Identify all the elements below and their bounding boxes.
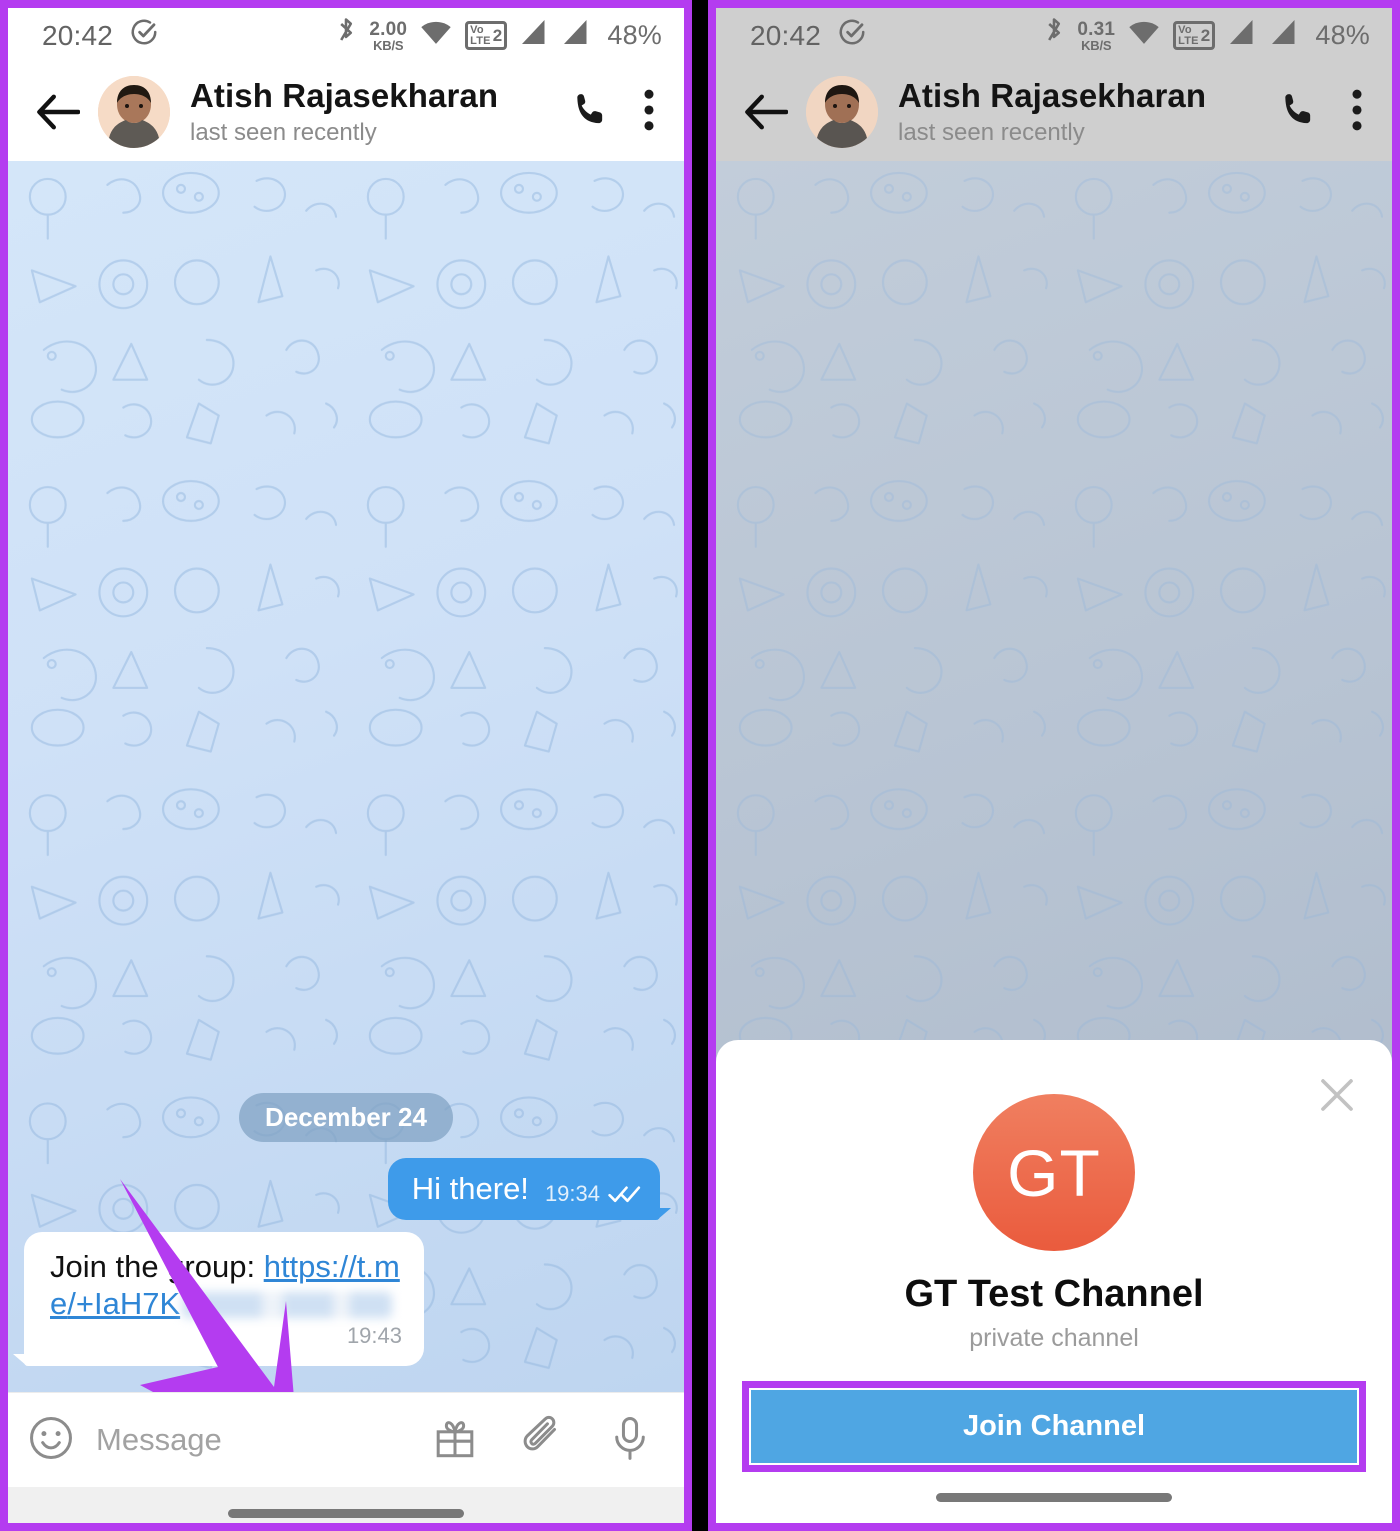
battery-percent: 48% (607, 20, 662, 50)
signal-bars-icon-2 (561, 18, 591, 53)
paperclip-icon[interactable] (520, 1415, 566, 1466)
gesture-home-bar[interactable] (936, 1493, 1172, 1503)
screenshot-stage: 20:42 2.00 KB/S Vo LTE 2 48% Atish Rajas… (0, 0, 1400, 1531)
message-time: 19:34 (544, 1180, 600, 1206)
network-speed-unit: KB/S (373, 37, 404, 53)
gift-icon[interactable] (432, 1415, 478, 1466)
status-time: 20:42 (750, 19, 822, 51)
check-clock-icon (129, 17, 159, 54)
volte-lte: LTE (470, 34, 491, 47)
redacted-link-part (182, 1292, 393, 1319)
message-time: 19:43 (346, 1323, 402, 1349)
volte-sim: 2 (1200, 25, 1211, 45)
message-bubble-outgoing[interactable]: Hi there! 19:34 (387, 1157, 672, 1220)
contact-status: last seen recently (190, 119, 377, 146)
phone-screen-left: 20:42 2.00 KB/S Vo LTE 2 48% Atish Rajas… (0, 0, 692, 1531)
network-speed: 0.31 KB/S (1077, 20, 1115, 52)
back-arrow-icon[interactable] (736, 93, 796, 131)
volte-icon: Vo LTE 2 (1173, 21, 1216, 50)
search-input[interactable]: Message (96, 1422, 222, 1458)
chat-body-dimmed: GT GT Test Channel private channel Join … (716, 161, 1392, 1523)
message-row-incoming: Join the group: https://t.me/+IaH7K 19:43 (13, 1231, 668, 1367)
channel-title: GT Test Channel (904, 1273, 1204, 1316)
channel-avatar-initials: GT (1007, 1135, 1101, 1210)
message-text: Hi there! (411, 1170, 529, 1206)
close-x-icon[interactable] (1316, 1074, 1358, 1121)
signal-bars-icon (1227, 18, 1257, 53)
check-clock-icon (837, 17, 867, 54)
avatar[interactable] (806, 76, 878, 148)
gesture-home-bar[interactable] (228, 1508, 464, 1518)
phone-screen-right: 20:42 0.31 KB/S Vo LTE 2 48% Atish Rajas… (708, 0, 1400, 1531)
join-channel-button[interactable]: Join Channel (751, 1390, 1357, 1464)
chat-header-right: Atish Rajasekharan last seen recently (716, 63, 1392, 161)
back-arrow-icon[interactable] (28, 93, 88, 131)
network-speed: 2.00 KB/S (369, 20, 407, 52)
status-bar-right: 20:42 0.31 KB/S Vo LTE 2 48% (716, 8, 1392, 63)
message-text-prefix: Join the group: (50, 1248, 264, 1284)
header-text[interactable]: Atish Rajasekharan last seen recently (190, 77, 570, 147)
phone-call-icon[interactable] (570, 90, 610, 135)
contact-status: last seen recently (898, 119, 1085, 146)
channel-avatar: GT (973, 1094, 1135, 1252)
network-speed-value: 0.31 (1077, 18, 1116, 40)
volte-sim: 2 (492, 25, 503, 45)
message-bubble-incoming[interactable]: Join the group: https://t.me/+IaH7K 19:43 (13, 1231, 424, 1367)
wifi-icon (1127, 18, 1161, 53)
phone-call-icon[interactable] (1278, 90, 1318, 135)
battery-percent: 48% (1315, 20, 1370, 50)
double-check-icon (608, 1186, 641, 1203)
invite-link-line2: /+IaH7K (67, 1286, 181, 1322)
volte-icon: Vo LTE 2 (465, 21, 508, 50)
system-gesture-area (742, 1472, 1366, 1523)
network-speed-unit: KB/S (1081, 37, 1112, 53)
volte-vo: Vo (470, 24, 484, 37)
system-gesture-area (8, 1487, 684, 1523)
signal-bars-icon (519, 18, 549, 53)
message-list: December 24 Hi there! 19:34 Join the gro… (8, 1092, 684, 1392)
join-button-highlight: Join Channel (742, 1381, 1366, 1473)
date-divider: December 24 (239, 1092, 453, 1142)
wifi-icon (419, 18, 453, 53)
microphone-icon[interactable] (608, 1415, 652, 1466)
header-text[interactable]: Atish Rajasekharan last seen recently (898, 77, 1278, 147)
overflow-menu-icon[interactable] (1350, 89, 1364, 136)
message-meta: 19:34 (545, 1181, 642, 1208)
volte-vo: Vo (1178, 24, 1192, 37)
status-time: 20:42 (42, 19, 114, 51)
signal-bars-icon-2 (1269, 18, 1299, 53)
overflow-menu-icon[interactable] (642, 89, 656, 136)
page-title: Atish Rajasekharan (898, 77, 1207, 114)
bluetooth-icon (1043, 16, 1065, 55)
avatar[interactable] (98, 76, 170, 148)
network-speed-value: 2.00 (369, 18, 408, 40)
message-composer: Message (8, 1392, 684, 1487)
message-row-outgoing: Hi there! 19:34 (24, 1157, 672, 1220)
channel-subtitle: private channel (969, 1324, 1139, 1353)
status-bar: 20:42 2.00 KB/S Vo LTE 2 48% (8, 8, 684, 63)
volte-lte: LTE (1178, 34, 1199, 47)
chat-header: Atish Rajasekharan last seen recently (8, 63, 684, 161)
page-title: Atish Rajasekharan (190, 77, 499, 114)
chat-body: December 24 Hi there! 19:34 Join the gro… (8, 161, 684, 1392)
join-channel-sheet: GT GT Test Channel private channel Join … (716, 1040, 1392, 1523)
emoji-smiley-icon[interactable] (28, 1415, 74, 1466)
bluetooth-icon (335, 16, 357, 55)
